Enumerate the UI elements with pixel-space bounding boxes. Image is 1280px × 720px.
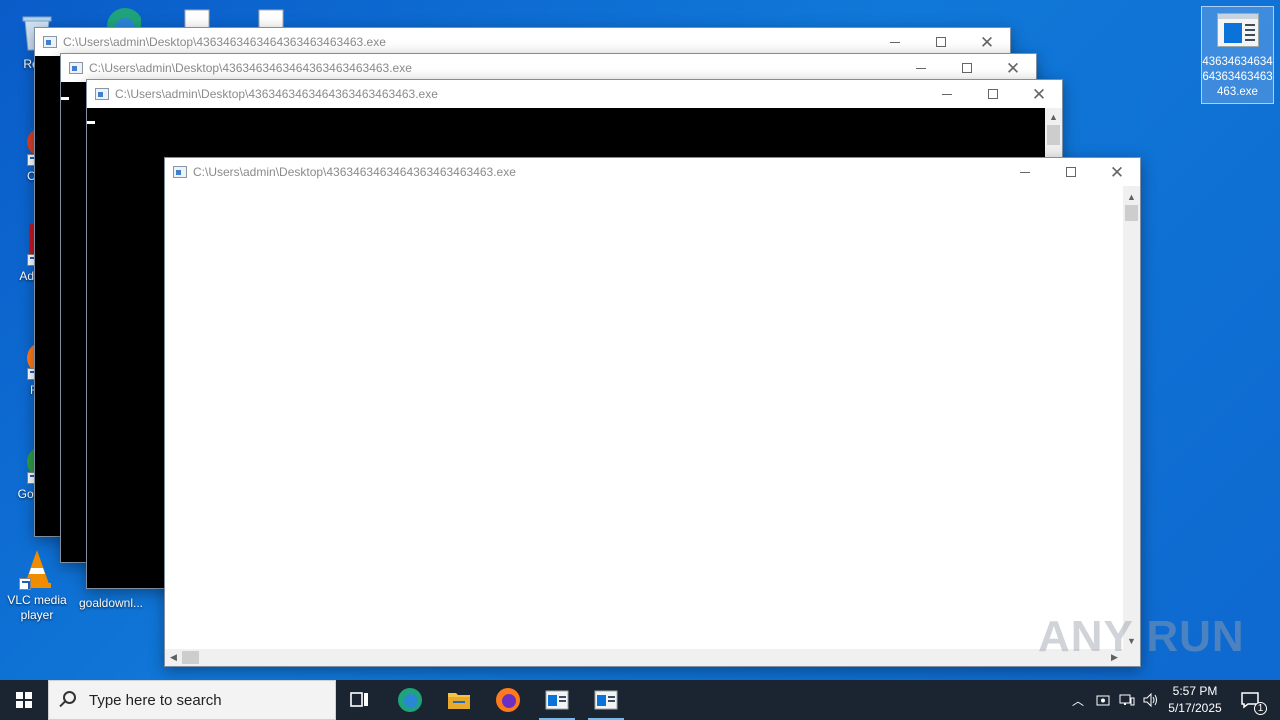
desktop-icon-goaldownload[interactable]: goaldownl... <box>74 596 148 611</box>
maximize-icon <box>1066 167 1076 177</box>
minimize-button[interactable] <box>1002 158 1048 186</box>
title-bar[interactable]: C:\Users\admin\Desktop\43634634634643634… <box>61 54 1036 82</box>
console-taskbar-button-2[interactable] <box>582 680 630 720</box>
maximize-button[interactable] <box>944 54 990 82</box>
maximize-button[interactable] <box>970 80 1016 108</box>
search-icon <box>63 691 76 704</box>
edge-icon <box>398 688 422 712</box>
tray-volume-button[interactable] <box>1140 680 1162 720</box>
console-window-4[interactable]: C:\Users\admin\Desktop\43634634634643634… <box>164 157 1141 667</box>
window-title: C:\Users\admin\Desktop\43634634634643634… <box>193 165 516 179</box>
maximize-icon <box>962 63 972 73</box>
maximize-icon <box>988 89 998 99</box>
volume-icon <box>1143 693 1157 707</box>
tray-network-button[interactable] <box>1116 680 1138 720</box>
scroll-thumb[interactable] <box>1047 125 1060 145</box>
start-button[interactable] <box>0 680 48 720</box>
window-title: C:\Users\admin\Desktop\43634634634643634… <box>63 35 386 49</box>
close-icon: ✕ <box>1005 58 1021 78</box>
firefox-taskbar-button[interactable] <box>484 680 532 720</box>
minimize-icon <box>916 67 926 69</box>
maximize-button[interactable] <box>918 28 964 56</box>
watermark-logo: ANY RUN <box>1038 612 1245 661</box>
task-view-button[interactable] <box>336 680 384 720</box>
title-bar[interactable]: C:\Users\admin\Desktop\43634634634643634… <box>87 80 1062 108</box>
desktop-icon-label: 4363463463464363463463463.exe <box>1202 56 1273 98</box>
close-button[interactable]: ✕ <box>1016 80 1062 108</box>
console-app-icon <box>69 62 83 74</box>
minimize-icon <box>890 41 900 43</box>
desktop-icon-exe-selected[interactable]: 4363463463464363463463463.exe <box>1201 6 1274 104</box>
taskbar: Type here to search ︿ 5:57 PM 5/17/2025 … <box>0 680 1280 720</box>
scroll-up-icon[interactable]: ▲ <box>1045 108 1062 125</box>
maximize-button[interactable] <box>1048 158 1094 186</box>
scroll-thumb[interactable] <box>1125 205 1138 221</box>
scroll-thumb[interactable] <box>182 651 199 664</box>
close-icon: ✕ <box>1109 162 1125 182</box>
chevron-up-icon: ︿ <box>1071 693 1084 708</box>
clock-date: 5/17/2025 <box>1168 701 1222 715</box>
edge-taskbar-button[interactable] <box>386 680 434 720</box>
minimize-icon <box>1020 171 1030 173</box>
minimize-icon <box>942 93 952 95</box>
console-app-icon <box>545 690 569 710</box>
taskbar-clock[interactable]: 5:57 PM 5/17/2025 <box>1164 683 1226 717</box>
clock-time: 5:57 PM <box>1172 684 1218 698</box>
close-icon: ✕ <box>979 32 995 52</box>
console-app-icon <box>1216 13 1259 47</box>
close-button[interactable]: ✕ <box>990 54 1036 82</box>
close-button[interactable]: ✕ <box>964 28 1010 56</box>
file-explorer-button[interactable] <box>435 680 483 720</box>
window-title: C:\Users\admin\Desktop\43634634634643634… <box>115 87 438 101</box>
minimize-button[interactable] <box>924 80 970 108</box>
tray-security-button[interactable] <box>1092 680 1114 720</box>
search-placeholder: Type here to search <box>89 692 222 709</box>
window-title: C:\Users\admin\Desktop\43634634634643634… <box>89 61 412 75</box>
console-app-icon <box>43 36 57 48</box>
show-hidden-icons-button[interactable]: ︿ <box>1068 680 1088 720</box>
maximize-icon <box>936 37 946 47</box>
minimize-button[interactable] <box>872 28 918 56</box>
task-view-icon <box>350 692 368 707</box>
console-app-icon <box>173 166 187 178</box>
close-button[interactable]: ✕ <box>1094 158 1140 186</box>
text-cursor <box>61 97 69 100</box>
console-taskbar-button-1[interactable] <box>533 680 581 720</box>
action-center-button[interactable]: 1 <box>1234 680 1267 720</box>
notification-badge: 1 <box>1254 702 1267 715</box>
shortcut-arrow-icon <box>19 578 31 590</box>
security-icon <box>1096 695 1110 706</box>
title-bar[interactable]: C:\Users\admin\Desktop\43634634634643634… <box>165 158 1140 186</box>
console-area[interactable] <box>165 186 1123 649</box>
windows-logo-icon <box>16 692 32 708</box>
folder-icon <box>448 693 470 709</box>
console-app-icon <box>594 690 618 710</box>
scroll-up-icon[interactable]: ▲ <box>1123 188 1140 205</box>
minimize-button[interactable] <box>898 54 944 82</box>
vlc-icon <box>15 546 59 590</box>
horizontal-scrollbar[interactable]: ◀ ▶ <box>165 649 1123 666</box>
text-cursor <box>87 121 95 124</box>
console-app-icon <box>95 88 109 100</box>
firefox-icon <box>496 688 520 712</box>
search-box[interactable]: Type here to search <box>48 680 336 720</box>
close-icon: ✕ <box>1031 84 1047 104</box>
title-bar[interactable]: C:\Users\admin\Desktop\43634634634643634… <box>35 28 1010 56</box>
network-icon <box>1119 694 1135 706</box>
desktop-icon-label: goaldownl... <box>78 596 144 610</box>
vertical-scrollbar[interactable]: ▲ ▼ <box>1123 186 1140 666</box>
desktop-icon-label: VLC media player <box>7 593 67 622</box>
scroll-left-icon[interactable]: ◀ <box>165 649 182 666</box>
